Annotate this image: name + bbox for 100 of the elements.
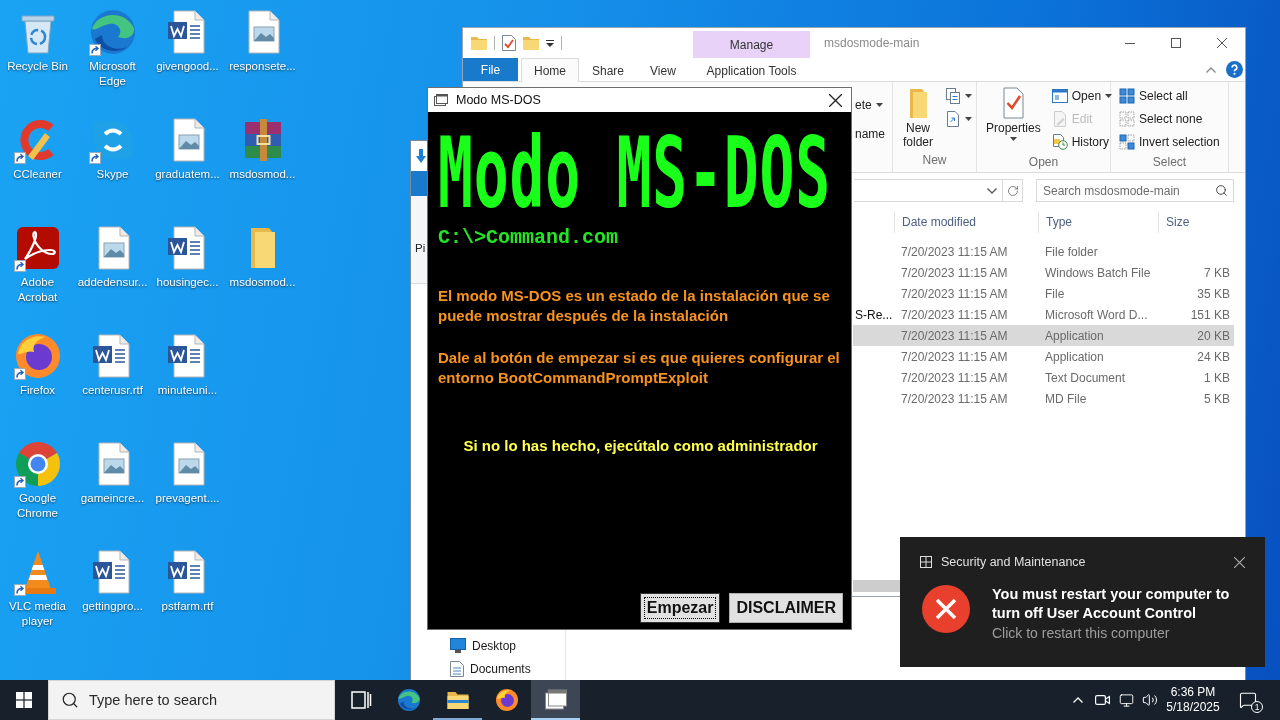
table-cell: File: [1045, 286, 1065, 301]
dialog-button[interactable]: Empezar: [639, 593, 721, 623]
file-row[interactable]: 7/20/2023 11:15 AM File folder: [853, 241, 1234, 262]
swirl-logo-icon: [396, 688, 421, 712]
notification-toast[interactable]: Security and Maintenance You must restart your computer to turn off User Account Control Click to restart this computer: [900, 537, 1265, 667]
ribbon-tab[interactable]: Home: [521, 58, 579, 82]
new-item-button[interactable]: [943, 85, 975, 107]
collapse-ribbon-button[interactable]: [1206, 66, 1216, 73]
ribbon-label[interactable]: Pi: [415, 242, 426, 254]
pencil-page-icon: [1051, 111, 1068, 127]
video-camera-icon: [1094, 695, 1110, 705]
file-row[interactable]: 7/20/2023 11:15 AM Application 20 KB: [853, 325, 1234, 346]
window-title: msdosmode-main: [824, 36, 920, 50]
icon-item[interactable]: gettingpro...: [75, 548, 150, 614]
minimize-icon: [1125, 42, 1135, 44]
file-row[interactable]: 7/20/2023 11:15 AM File 35 KB: [853, 283, 1234, 304]
icon-item[interactable]: minuteuni...: [150, 332, 225, 398]
icon-item[interactable]: msdosmod...: [225, 224, 300, 290]
ribbon-tab[interactable]: Share: [579, 58, 638, 82]
new-folder-button[interactable]: New folder: [899, 85, 937, 151]
table-cell: Text Document: [1045, 370, 1126, 385]
dotted-squares-icon: [1119, 111, 1135, 127]
notice-text: Si no lo has hecho, ejecútalo como administrador: [463, 436, 818, 456]
mixed-squares-icon: [1119, 134, 1135, 150]
refresh-button[interactable]: [1003, 179, 1023, 202]
column-header[interactable]: Type: [1038, 211, 1158, 233]
message-icon: [1238, 691, 1257, 709]
scrollbar-thumb[interactable]: [853, 580, 901, 592]
table-cell: 7/20/2023 11:15 AM: [901, 286, 1008, 301]
help-button[interactable]: [1226, 61, 1243, 78]
dialog-button[interactable]: DISCLAIMER: [729, 593, 843, 623]
ribbon-tab[interactable]: View: [637, 58, 689, 82]
invert-button[interactable]: Invert selection: [1117, 131, 1223, 153]
properties-button[interactable]: Properties: [983, 85, 1044, 153]
table-cell: 5 KB: [1204, 391, 1230, 406]
window-grid-icon: [920, 556, 932, 568]
clock-time[interactable]: 6:36 PM: [1170, 685, 1216, 700]
chevron-down-icon: [987, 187, 997, 194]
ribbon-group-label: Open: [1028, 154, 1059, 171]
address-field[interactable]: [854, 179, 1003, 202]
column-header[interactable]: Date modified: [894, 211, 1038, 233]
help-icon: [1226, 61, 1243, 78]
file-row[interactable]: 7/20/2023 11:15 AM Text Document 1 KB: [853, 367, 1234, 388]
icon-item[interactable]: graduatem...: [150, 116, 225, 182]
notification-count-badge: 1: [1251, 701, 1263, 713]
table-cell: 20 KB: [1197, 328, 1230, 343]
icon-item[interactable]: responsete...: [225, 8, 300, 74]
close-icon: [1217, 38, 1227, 48]
table-cell: File folder: [1045, 244, 1098, 259]
select-all-button[interactable]: Select all: [1117, 85, 1191, 107]
search-icon: [61, 691, 79, 709]
icon-item[interactable]: msdosmod...: [225, 116, 300, 182]
close-button[interactable]: [1234, 556, 1245, 568]
file-row[interactable]: 7/20/2023 11:15 AM Windows Batch File 7 KB: [853, 262, 1234, 283]
clock-date[interactable]: 5/18/2025: [1166, 700, 1220, 715]
table-cell: 7/20/2023 11:15 AM: [901, 244, 1008, 259]
error-icon: [922, 585, 970, 633]
icon-item[interactable]: prevagent....: [150, 440, 225, 506]
table-cell: Application: [1045, 328, 1104, 343]
table-cell: 7/20/2023 11:15 AM: [901, 349, 1008, 364]
search-field[interactable]: Search msdosmode-main: [1036, 179, 1234, 202]
speaker-icon: [1142, 692, 1158, 708]
notification-title: You must restart your computer to turn off User Account Control: [992, 585, 1231, 623]
file-row[interactable]: 7/20/2023 11:15 AM MD File 5 KB: [853, 388, 1234, 409]
taskbar-button[interactable]: [531, 680, 580, 720]
checked-page-icon: [502, 35, 516, 51]
table-cell: Application: [1045, 349, 1104, 364]
folder-icon: [471, 36, 487, 50]
select-none-button[interactable]: Select none: [1117, 108, 1206, 130]
ribbon-tab[interactable]: Application Tools: [693, 58, 810, 82]
file-row[interactable]: S-Re... 7/20/2023 11:15 AM Microsoft Word D... 151 KB: [853, 304, 1234, 325]
table-cell: 24 KB: [1197, 349, 1230, 364]
maximize-icon: [1171, 38, 1181, 48]
table-cell: 7/20/2023 11:15 AM: [901, 370, 1008, 385]
notification-center-button[interactable]: 1: [1224, 680, 1271, 720]
context-tab-header: Manage: [693, 31, 810, 58]
icon-item[interactable]: centerusr.rtf: [75, 332, 150, 398]
ribbon-button[interactable]: name: [853, 123, 889, 145]
window-icon: [1051, 88, 1068, 104]
file-row[interactable]: 7/20/2023 11:15 AM Application 24 KB: [853, 346, 1234, 367]
swirl-logo-icon: [88, 8, 137, 56]
globe-logo-icon: [13, 332, 62, 380]
table-cell: 7/20/2023 11:15 AM: [901, 391, 1008, 406]
ribbon-button[interactable]: ete: [853, 94, 886, 116]
page-arrow-icon: [945, 111, 961, 127]
icon-item[interactable]: gameincre...: [75, 440, 150, 506]
ribbon-tab[interactable]: File: [463, 58, 518, 81]
open-button[interactable]: Open: [1049, 85, 1116, 107]
icon-item[interactable]: housingec...: [150, 224, 225, 290]
nav-item[interactable]: Documents: [411, 657, 531, 680]
down-arrow-icon: [416, 149, 426, 163]
icon-item[interactable]: pstfarm.rtf: [150, 548, 225, 614]
four-panes-logo-icon: [16, 692, 32, 708]
icon-item[interactable]: givengood...: [150, 8, 225, 74]
page-clock-icon: [1051, 134, 1068, 150]
column-header[interactable]: Size: [1158, 211, 1234, 233]
history-button[interactable]: History: [1049, 131, 1113, 153]
nav-item[interactable]: Desktop: [411, 634, 517, 657]
search-field[interactable]: Type here to search: [48, 680, 335, 720]
command-text: C:\>Command.com: [438, 228, 619, 248]
